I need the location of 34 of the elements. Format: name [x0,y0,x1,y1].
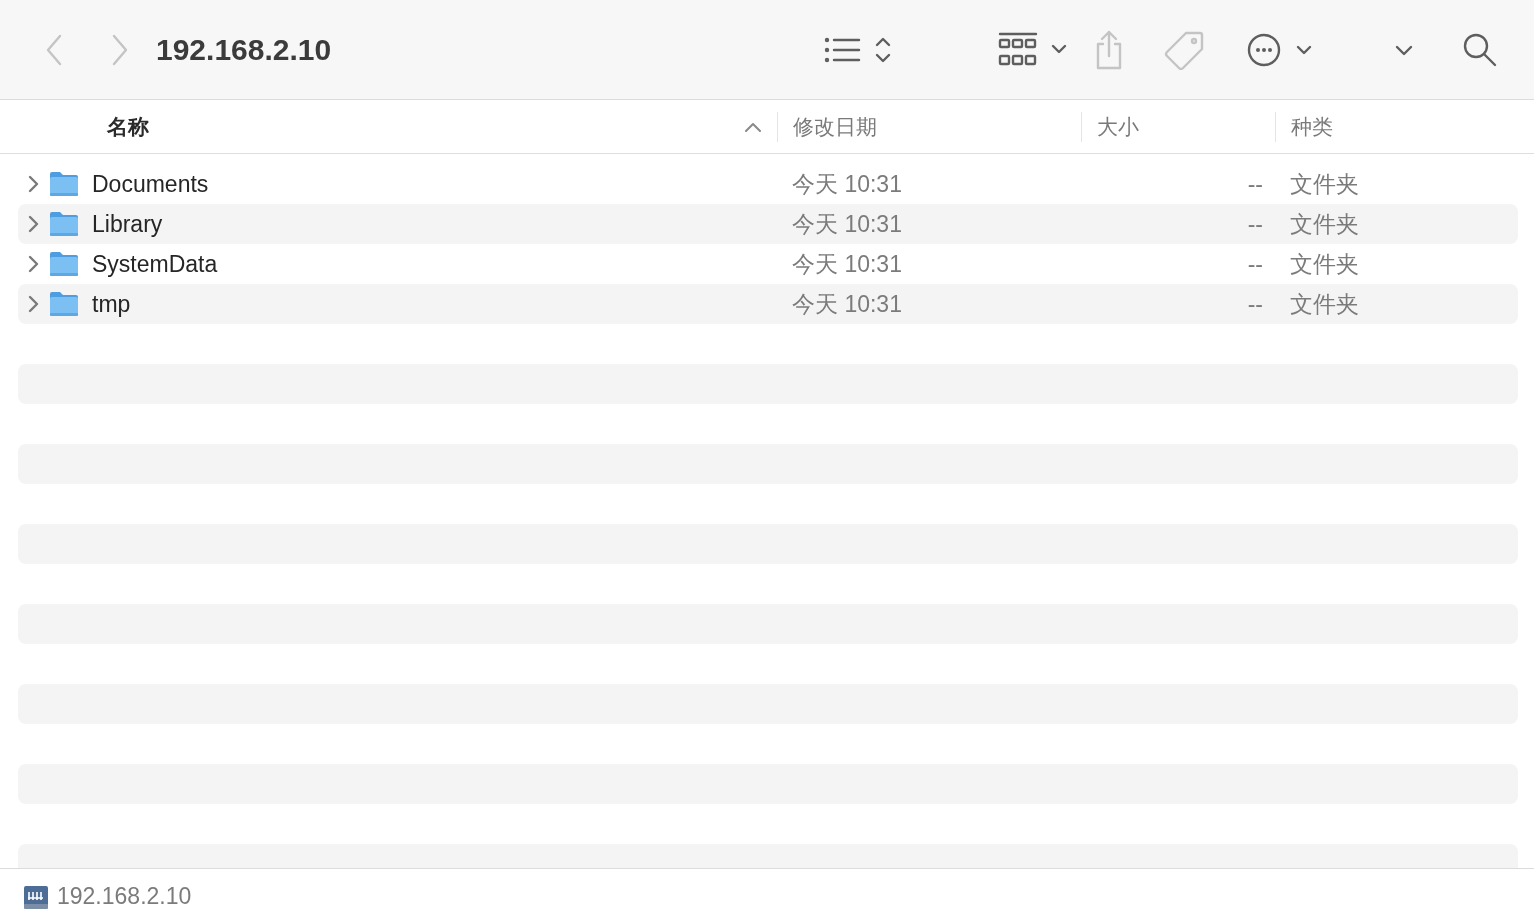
file-size: -- [1247,250,1263,278]
modified-date: 今天 10:31 [792,209,903,239]
back-chevron-icon [44,32,64,67]
network-drive-icon [23,883,49,910]
file-name: SystemData [92,250,219,278]
folder-icon [49,211,79,237]
folder-icon [49,251,79,277]
location-label: 192.168.2.10 [57,883,192,910]
file-row[interactable]: tmp 今天 10:31 -- 文件夹 [18,284,1518,324]
file-kind: 文件夹 [1290,289,1359,319]
modified-date: 今天 10:31 [792,169,903,199]
file-name: tmp [92,290,132,318]
sort-caret-icon [744,121,762,132]
file-kind: 文件夹 [1290,249,1359,279]
file-row[interactable]: Library 今天 10:31 -- 文件夹 [18,204,1518,244]
column-header[interactable]: 种类 [1291,112,1333,141]
file-kind: 文件夹 [1290,169,1359,199]
file-size: -- [1247,290,1263,318]
tag-icon [1164,29,1204,70]
column-header[interactable]: 名称 [107,112,149,141]
column-header[interactable]: 大小 [1097,112,1139,141]
file-size: -- [1247,170,1263,198]
folder-icon [49,291,79,317]
file-name: Documents [92,170,210,198]
window-title: 192.168.2.10 [156,32,332,67]
folder-icon [49,171,79,197]
forward-chevron-icon [110,32,130,67]
search-icon [1462,31,1498,68]
column-header[interactable]: 修改日期 [793,112,877,141]
modified-date: 今天 10:31 [792,289,903,319]
file-kind: 文件夹 [1290,209,1359,239]
file-name: Library [92,210,164,238]
file-size: -- [1247,210,1263,238]
modified-date: 今天 10:31 [792,249,903,279]
